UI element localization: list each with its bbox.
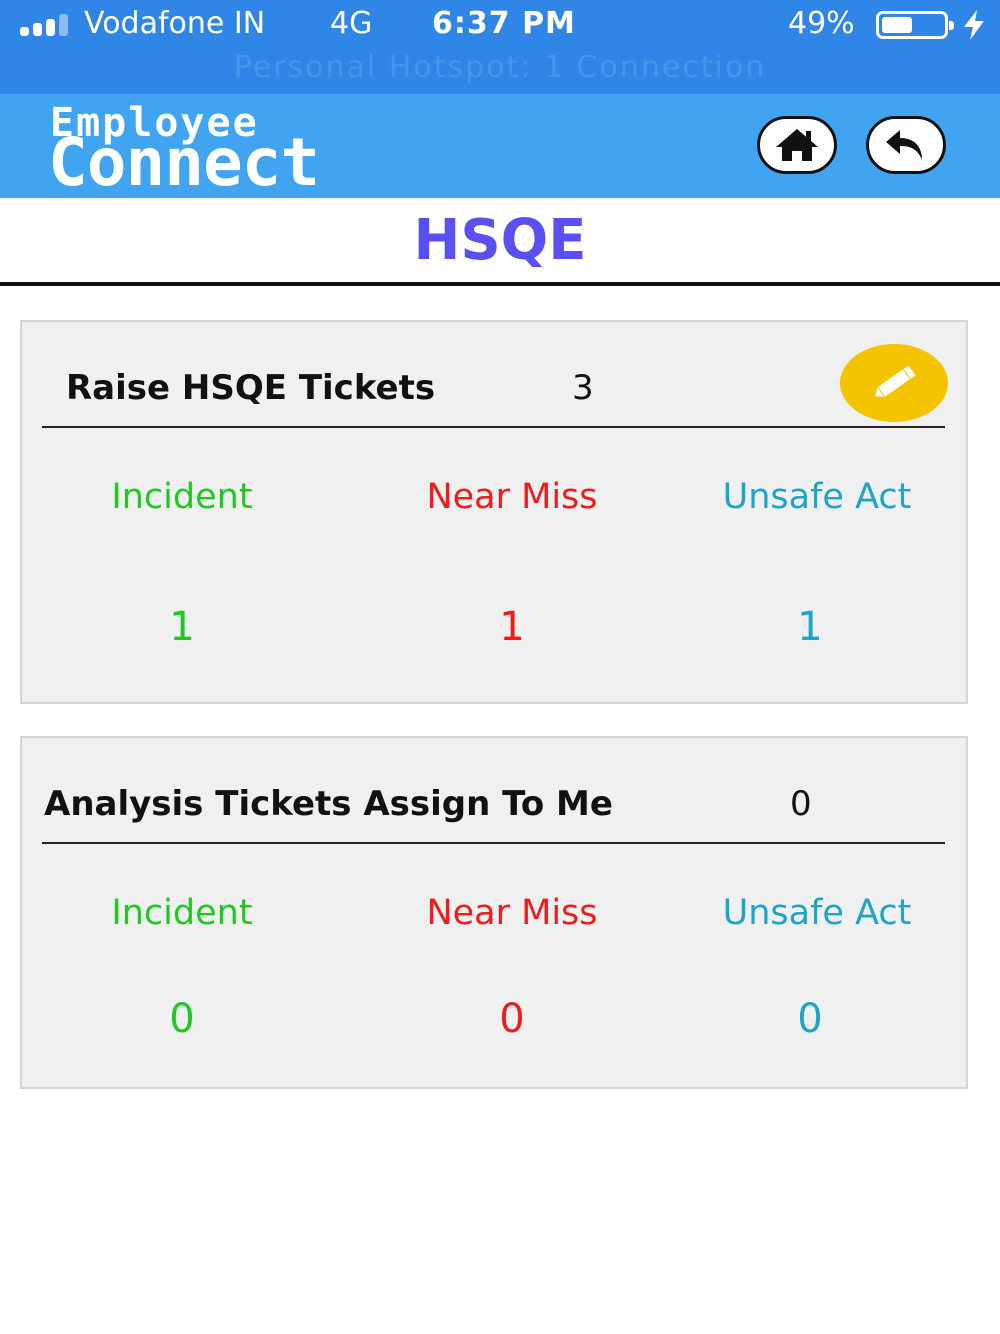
status-time: 6:37 PM [432,6,576,41]
signal-strength-icon [20,14,74,36]
analysis-near-miss-count[interactable]: 0 [362,996,662,1042]
battery-percent: 49% [788,6,855,41]
carrier-name: Vodafone IN [84,6,266,41]
charging-bolt-icon [964,10,984,40]
page-title: HSQE [413,208,587,273]
home-button[interactable] [757,116,837,174]
hotspot-banner[interactable]: Personal Hotspot: 1 Connection [0,50,1000,90]
analysis-tickets-divider [42,842,945,844]
logo-connect-text: Connect [48,124,320,201]
back-arrow-icon [886,130,922,160]
raise-near-miss-count[interactable]: 1 [362,604,662,650]
analysis-unsafe-act-count[interactable]: 0 [660,996,960,1042]
analysis-near-miss-label[interactable]: Near Miss [362,893,662,933]
raise-tickets-card: Raise HSQE Tickets 3 Incident Near Miss … [20,320,968,704]
raise-ticket-edit-button[interactable] [840,344,948,422]
network-type: 4G [330,6,373,41]
analysis-tickets-title: Analysis Tickets Assign To Me [44,784,613,824]
status-bar: Vodafone IN 4G 6:37 PM 49% Personal Hots… [0,0,1000,94]
analysis-incident-label[interactable]: Incident [32,893,332,933]
raise-unsafe-act-count[interactable]: 1 [660,604,960,650]
raise-tickets-count: 3 [572,368,594,408]
back-button[interactable] [866,116,946,174]
analysis-tickets-card: Analysis Tickets Assign To Me 0 Incident… [20,736,968,1089]
battery-icon [876,11,954,39]
raise-tickets-title: Raise HSQE Tickets [66,368,436,408]
pencil-icon [875,365,916,398]
raise-incident-count[interactable]: 1 [32,604,332,650]
analysis-tickets-count: 0 [790,784,812,824]
home-icon [776,129,818,161]
title-divider [0,282,1000,286]
raise-near-miss-label[interactable]: Near Miss [362,477,662,517]
raise-incident-label[interactable]: Incident [32,477,332,517]
analysis-unsafe-act-label[interactable]: Unsafe Act [667,893,967,933]
raise-unsafe-act-label[interactable]: Unsafe Act [667,477,967,517]
analysis-incident-count[interactable]: 0 [32,996,332,1042]
raise-tickets-divider [42,426,945,428]
